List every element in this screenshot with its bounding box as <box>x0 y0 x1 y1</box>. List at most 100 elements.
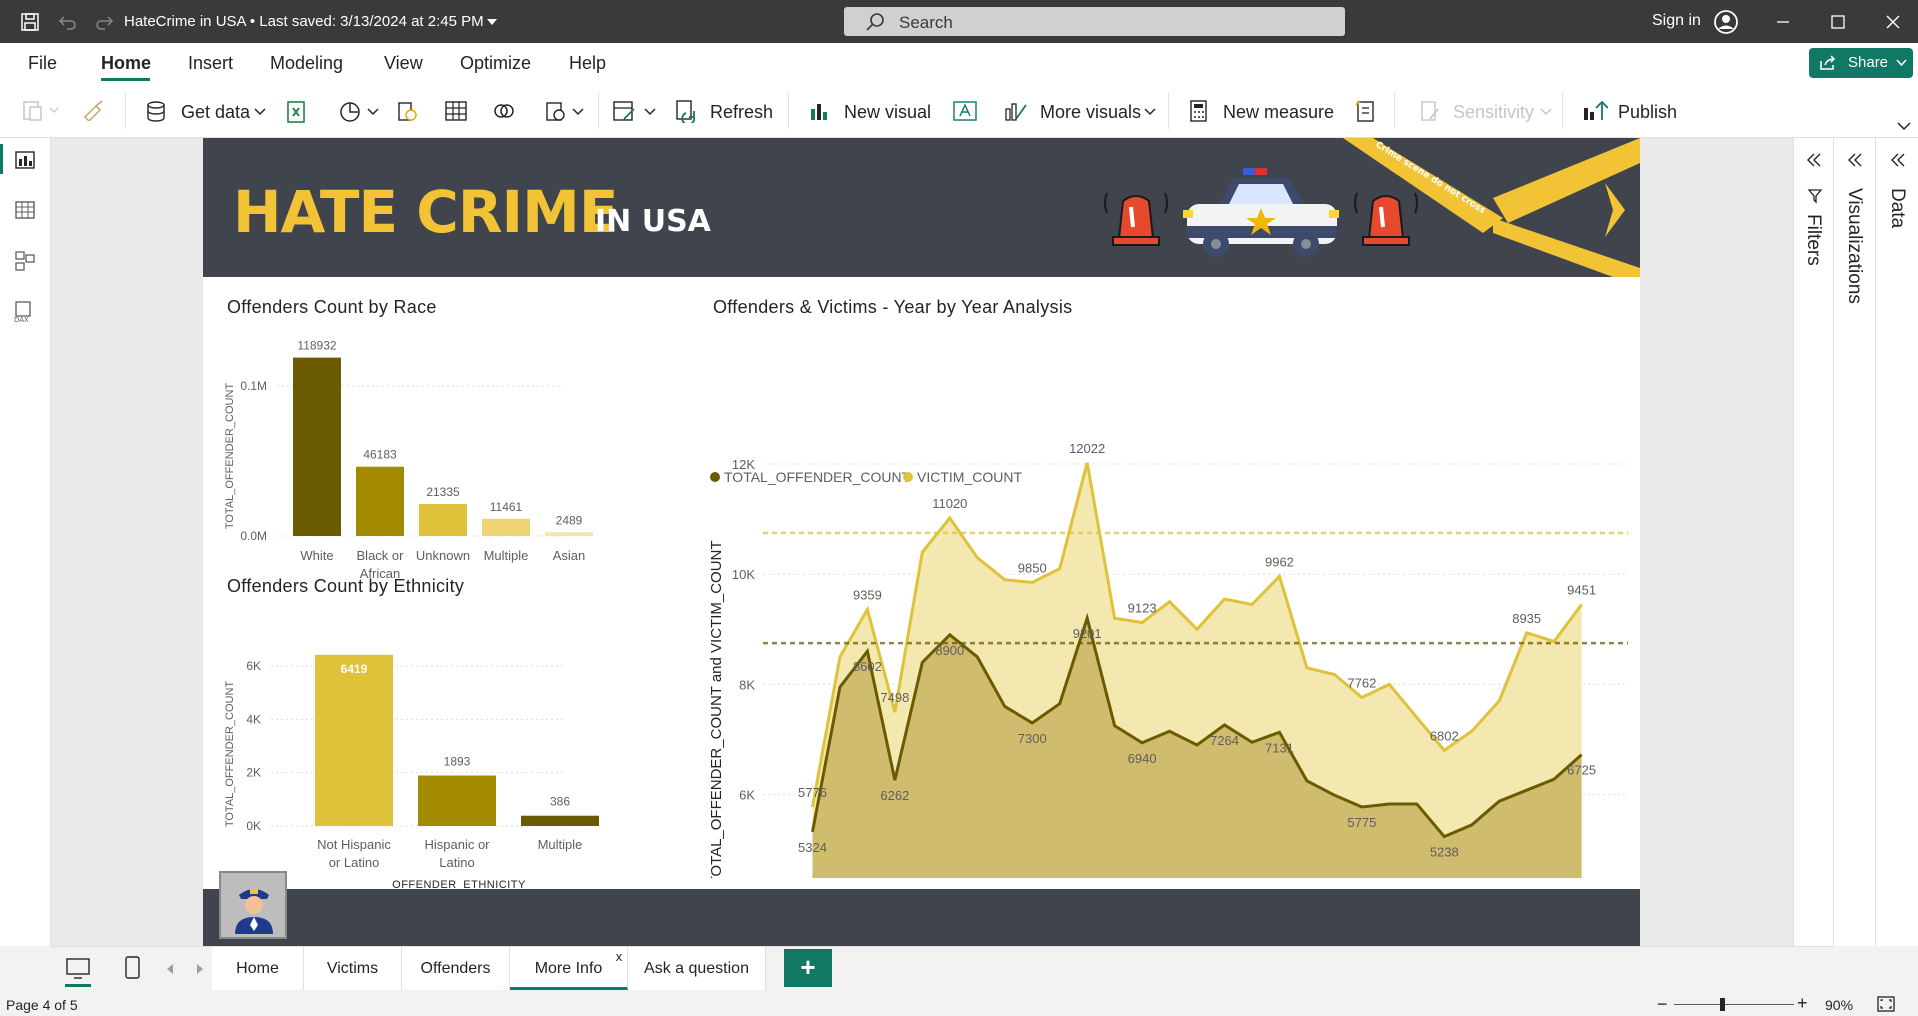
officer-button[interactable] <box>219 871 287 939</box>
x-tick-label: Asian <box>553 548 586 563</box>
tab-offenders-label: Offenders <box>420 960 491 977</box>
account-icon[interactable] <box>1713 9 1739 35</box>
scroll-right-icon[interactable] <box>195 963 205 975</box>
menu-modeling[interactable]: Modeling <box>270 53 343 74</box>
menu-optimize[interactable]: Optimize <box>460 53 531 74</box>
expand-data-icon[interactable] <box>1890 152 1906 168</box>
quick-measure-icon[interactable] <box>1354 99 1378 123</box>
fit-to-page-icon[interactable] <box>1877 996 1895 1012</box>
visualizations-pane[interactable]: Visualizations <box>1833 138 1875 946</box>
zoom-in-button[interactable]: + <box>1797 993 1808 1014</box>
chevron-down-icon[interactable] <box>486 18 498 26</box>
text-box-icon[interactable] <box>952 99 978 123</box>
menu-insert[interactable]: Insert <box>188 53 233 74</box>
dataflow-icon[interactable] <box>492 99 516 123</box>
y-axis-label: TOTAL_OFFENDER_COUNT <box>224 681 236 828</box>
new-measure-button[interactable]: New measure <box>1186 83 1336 138</box>
police-car-icon <box>1183 168 1339 257</box>
ethnicity-bar-chart[interactable]: 0K 2K 4K 6K TOTAL_OFFENDER_COUNT 6419 Not Hisp… <box>203 598 663 888</box>
tab-victims[interactable]: Victims <box>304 947 402 990</box>
tab-ask-a-question[interactable]: Ask a question <box>628 947 766 990</box>
menu-help[interactable]: Help <box>569 53 606 74</box>
point-data-label: 6725 <box>1567 763 1596 778</box>
paste-icon[interactable] <box>22 98 64 122</box>
tab-offenders[interactable]: Offenders <box>402 947 510 990</box>
zoom-slider-thumb[interactable] <box>1720 998 1725 1011</box>
point-data-label: 6802 <box>1430 728 1459 743</box>
share-icon <box>1820 55 1836 70</box>
year-trend-area-chart[interactable]: TOTAL_OFFENDER_COUNT VICTIM_COUNT6K8K10K1… <box>703 318 1633 878</box>
close-icon[interactable] <box>1885 14 1901 30</box>
scroll-left-icon[interactable] <box>165 963 175 975</box>
transform-data-icon[interactable] <box>544 99 568 123</box>
bar <box>482 518 530 536</box>
race-bar-chart[interactable]: 0.0M 0.1M TOTAL_OFFENDER_COUNT 118932 White 4… <box>203 318 663 578</box>
search-icon <box>866 13 884 31</box>
x-tick-label: Not Hispanic or Latino <box>317 837 391 870</box>
report-view-icon[interactable] <box>14 150 36 170</box>
chevron-down-icon <box>254 108 266 116</box>
get-data-button[interactable]: Get data <box>144 83 269 138</box>
table-view-icon[interactable] <box>14 200 36 220</box>
x-tick-label: White <box>300 548 333 563</box>
crime-scene-tape: Crime scene do not cross <box>1343 138 1640 277</box>
tape-label: Crime scene do not cross <box>1373 140 1487 216</box>
chevron-down-icon[interactable] <box>367 108 379 116</box>
excel-icon[interactable] <box>286 100 308 124</box>
share-button[interactable]: Share <box>1809 48 1913 78</box>
close-tab-icon[interactable]: x <box>614 949 624 964</box>
tab-more-info[interactable]: More Info x <box>510 947 628 990</box>
redo-icon[interactable] <box>94 12 114 32</box>
enter-data-icon[interactable] <box>444 99 468 123</box>
expand-visualizations-icon[interactable] <box>1847 152 1863 168</box>
x-tick-label: Hispanic or Latino <box>424 837 490 870</box>
point-data-label: 9451 <box>1567 582 1596 597</box>
y-tick-label: 0.1M <box>240 379 267 393</box>
undo-icon[interactable] <box>58 12 78 32</box>
sensitivity-icon <box>1421 101 1439 121</box>
data-pane[interactable]: Data <box>1875 138 1918 946</box>
title-bar: HateCrime in USA • Last saved: 3/13/2024… <box>0 0 1918 43</box>
menu-bar: File Home Insert Modeling View Optimize … <box>0 43 1918 83</box>
menu-home[interactable]: Home <box>101 53 151 74</box>
chevron-down-icon[interactable] <box>572 108 584 116</box>
menu-view[interactable]: View <box>384 53 423 74</box>
more-visuals-button[interactable]: More visuals <box>1002 83 1162 138</box>
desktop-layout-icon[interactable] <box>65 957 91 981</box>
expand-filters-icon[interactable] <box>1806 152 1822 168</box>
x-tick-label: Multiple <box>484 548 529 563</box>
filters-pane-label: Filters <box>1803 214 1824 266</box>
search-box[interactable]: Search <box>844 7 1345 36</box>
filters-pane[interactable]: Filters <box>1793 138 1833 946</box>
zoom-slider[interactable] <box>1674 1004 1794 1005</box>
add-page-button[interactable]: + <box>784 949 832 987</box>
sign-in-link[interactable]: Sign in <box>1652 12 1701 30</box>
new-visual-button[interactable]: New visual <box>806 83 931 138</box>
y-tick-label: 0K <box>246 819 261 833</box>
mobile-layout-icon[interactable] <box>124 955 142 981</box>
zoom-level: 90% <box>1825 997 1854 1013</box>
model-view-icon[interactable] <box>14 250 36 272</box>
y-tick-label: 4K <box>246 712 261 726</box>
save-icon[interactable] <box>20 12 40 32</box>
format-painter-icon[interactable] <box>82 99 106 121</box>
tab-home[interactable]: Home <box>212 947 304 990</box>
zoom-out-button[interactable]: − <box>1657 994 1668 1015</box>
publish-button[interactable]: Publish <box>1580 83 1690 138</box>
more-visuals-icon <box>1005 103 1027 121</box>
y-tick-label: 6K <box>246 659 261 673</box>
maximize-icon[interactable] <box>1830 14 1846 30</box>
dataverse-icon[interactable] <box>337 100 363 124</box>
transform-table-icon[interactable] <box>612 99 638 123</box>
sensitivity-button[interactable]: Sensitivity <box>1416 83 1556 138</box>
chevron-down-icon[interactable] <box>644 108 656 116</box>
banner-subtitle: IN USA <box>595 204 711 239</box>
minimize-icon[interactable] <box>1775 14 1791 30</box>
point-data-label: 7264 <box>1210 733 1239 748</box>
new-visual-icon <box>811 104 827 120</box>
dax-query-view-icon[interactable]: DAX <box>12 300 38 324</box>
refresh-button[interactable]: Refresh <box>672 83 773 138</box>
recent-sources-icon[interactable] <box>396 99 418 123</box>
menu-file[interactable]: File <box>28 53 57 74</box>
collapse-ribbon-icon[interactable] <box>1897 122 1911 131</box>
